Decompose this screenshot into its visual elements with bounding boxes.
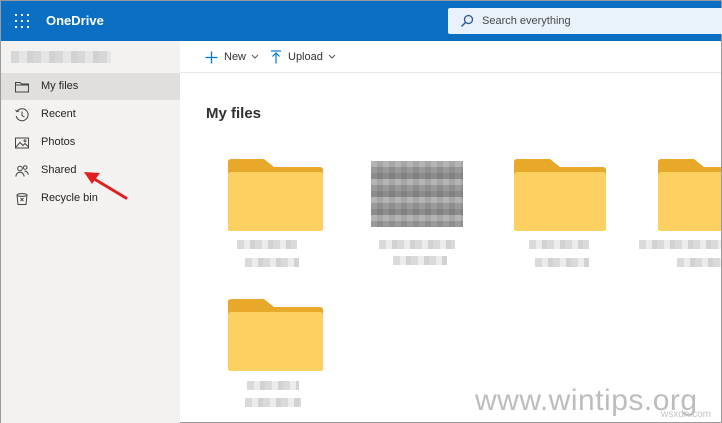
- sidebar-item-label: My files: [41, 80, 79, 92]
- people-icon: [15, 165, 29, 177]
- watermark-subtext: wsxdn.com: [661, 409, 712, 420]
- new-button[interactable]: New: [205, 41, 259, 73]
- page-title: My files: [206, 105, 262, 122]
- file-name-blurred: [379, 240, 455, 249]
- sidebar-item-my-files[interactable]: My files: [1, 73, 180, 100]
- clock-icon: [15, 108, 29, 122]
- file-date-blurred: [677, 258, 721, 267]
- folder-icon: [514, 159, 606, 231]
- plus-icon: [205, 51, 218, 63]
- sidebar: My files Recent Photos Shared Recycle bi…: [1, 41, 180, 423]
- account-name-blurred: [11, 51, 111, 63]
- file-date-blurred: [535, 258, 589, 267]
- search-box[interactable]: Search everything: [448, 8, 722, 34]
- image-thumbnail-blurred: [371, 161, 463, 227]
- file-name-blurred: [529, 240, 589, 249]
- file-date-blurred: [245, 258, 299, 267]
- upload-icon: [271, 50, 281, 64]
- trash-icon: [16, 193, 28, 205]
- sidebar-item-label: Recent: [41, 108, 76, 120]
- sidebar-item-label: Photos: [41, 136, 76, 148]
- folder-icon: [15, 82, 29, 93]
- chevron-down-icon: [251, 54, 259, 59]
- image-icon: [15, 137, 29, 149]
- command-bar: New Upload: [180, 41, 721, 73]
- folder-icon: [228, 299, 323, 371]
- file-name-blurred: [639, 240, 721, 249]
- app-launcher-icon[interactable]: [15, 14, 29, 28]
- sidebar-item-recent[interactable]: Recent: [1, 101, 180, 128]
- file-name-blurred: [237, 240, 297, 249]
- app-header: OneDrive Search everything: [1, 1, 722, 41]
- folder-icon: [228, 159, 323, 231]
- chevron-down-icon: [328, 54, 336, 59]
- app-title[interactable]: OneDrive: [46, 13, 104, 28]
- file-date-blurred: [245, 398, 301, 407]
- sidebar-item-label: Shared: [41, 164, 77, 176]
- search-icon: [461, 14, 474, 27]
- file-name-blurred: [247, 381, 299, 390]
- upload-button-label: Upload: [288, 51, 323, 63]
- red-arrow-annotation: [84, 172, 128, 200]
- sidebar-item-photos[interactable]: Photos: [1, 129, 180, 156]
- file-date-blurred: [393, 256, 447, 265]
- search-placeholder: Search everything: [482, 15, 571, 27]
- folder-icon: [658, 159, 721, 231]
- upload-button[interactable]: Upload: [270, 41, 336, 73]
- new-button-label: New: [224, 51, 247, 63]
